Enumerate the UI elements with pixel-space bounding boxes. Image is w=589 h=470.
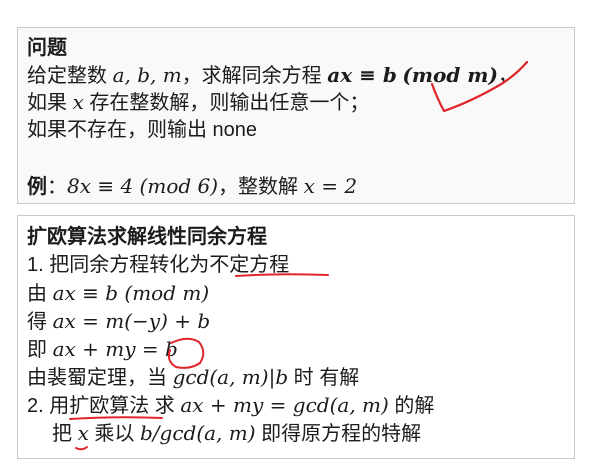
bezout-condition: gcd(a, m)|b — [172, 365, 289, 389]
from-label: 由 — [27, 283, 53, 305]
example-answer: x = 2 — [303, 174, 358, 198]
problem-line-3: 如果不存在，则输出 none — [27, 119, 258, 141]
ie-label: 即 — [27, 339, 53, 361]
step1-prefix: 1. 把同余方程转化为 — [27, 254, 210, 276]
method-step-1: 1. 把同余方程转化为不定方程 — [27, 253, 289, 277]
ie-equation: ax + my = b — [52, 337, 178, 361]
method-box: 扩欧算法求解线性同余方程 1. 把同余方程转化为不定方程 由 ax ≡ b (m… — [17, 215, 575, 459]
step3-mid: 乘以 — [88, 423, 140, 445]
line1-tail: ， — [497, 65, 518, 87]
problem-line-2: 如果 x 存在整数解，则输出任意一个； — [27, 90, 369, 115]
example-colon: ： — [47, 176, 67, 198]
problem-box: 问题 给定整数 a, b, m，求解同余方程 ax ≡ b (mod m)， 如… — [17, 27, 575, 204]
step3-prefix: 把 — [52, 423, 78, 445]
step1-highlight: 不定方程 — [209, 254, 290, 276]
method-step-3: 把 x 乘以 b/gcd(a, m) 即得原方程的特解 — [52, 421, 421, 446]
problem-example: 例：8x ≡ 4 (mod 6)，整数解 x = 2 — [27, 174, 357, 199]
step3-var: x — [77, 421, 89, 445]
step3-suffix: 即得原方程的特解 — [255, 423, 422, 445]
example-label: 例 — [27, 176, 47, 198]
problem-title: 问题 — [27, 37, 67, 59]
example-equation: 8x ≡ 4 (mod 6) — [67, 174, 219, 198]
line2-suffix: 存在整数解，则输出任意一个； — [83, 92, 370, 114]
method-ie: 即 ax + my = b — [27, 337, 178, 362]
line2-var: x — [72, 90, 84, 114]
step2-prefix: 2. 用 — [27, 395, 70, 417]
method-get: 得 ax = m(−y) + b — [27, 309, 210, 334]
step2-equation: ax + my = gcd(a, m) — [180, 393, 389, 417]
problem-line-1: 给定整数 a, b, m，求解同余方程 ax ≡ b (mod m)， — [27, 63, 518, 88]
bezout-prefix: 由裴蜀定理，当 — [27, 367, 173, 389]
from-equation: ax ≡ b (mod m) — [52, 281, 210, 305]
method-from: 由 ax ≡ b (mod m) — [27, 281, 209, 306]
line1-equation: ax ≡ b — [327, 63, 397, 87]
method-title: 扩欧算法求解线性同余方程 — [27, 226, 267, 248]
method-step-2: 2. 用扩欧算法 求 ax + my = gcd(a, m) 的解 — [27, 393, 434, 418]
example-mid: ，整数解 — [218, 176, 304, 198]
step2-mid: 求 — [149, 395, 181, 417]
line2-prefix: 如果 — [27, 92, 73, 114]
method-bezout: 由裴蜀定理，当 gcd(a, m)|b 时 有解 — [27, 365, 359, 390]
line1-mod: (mod m) — [402, 63, 498, 87]
step2-suffix: 的解 — [388, 395, 435, 417]
get-equation: ax = m(−y) + b — [52, 309, 211, 333]
get-label: 得 — [27, 311, 53, 333]
line1-vars: a, b, m — [112, 63, 182, 87]
line1-text: 给定整数 — [27, 65, 113, 87]
line1-mid: ，求解同余方程 — [181, 65, 328, 87]
step3-expression: b/gcd(a, m) — [139, 421, 256, 445]
bezout-suffix: 时 有解 — [288, 367, 360, 389]
step2-highlight: 扩欧算法 — [69, 395, 150, 417]
